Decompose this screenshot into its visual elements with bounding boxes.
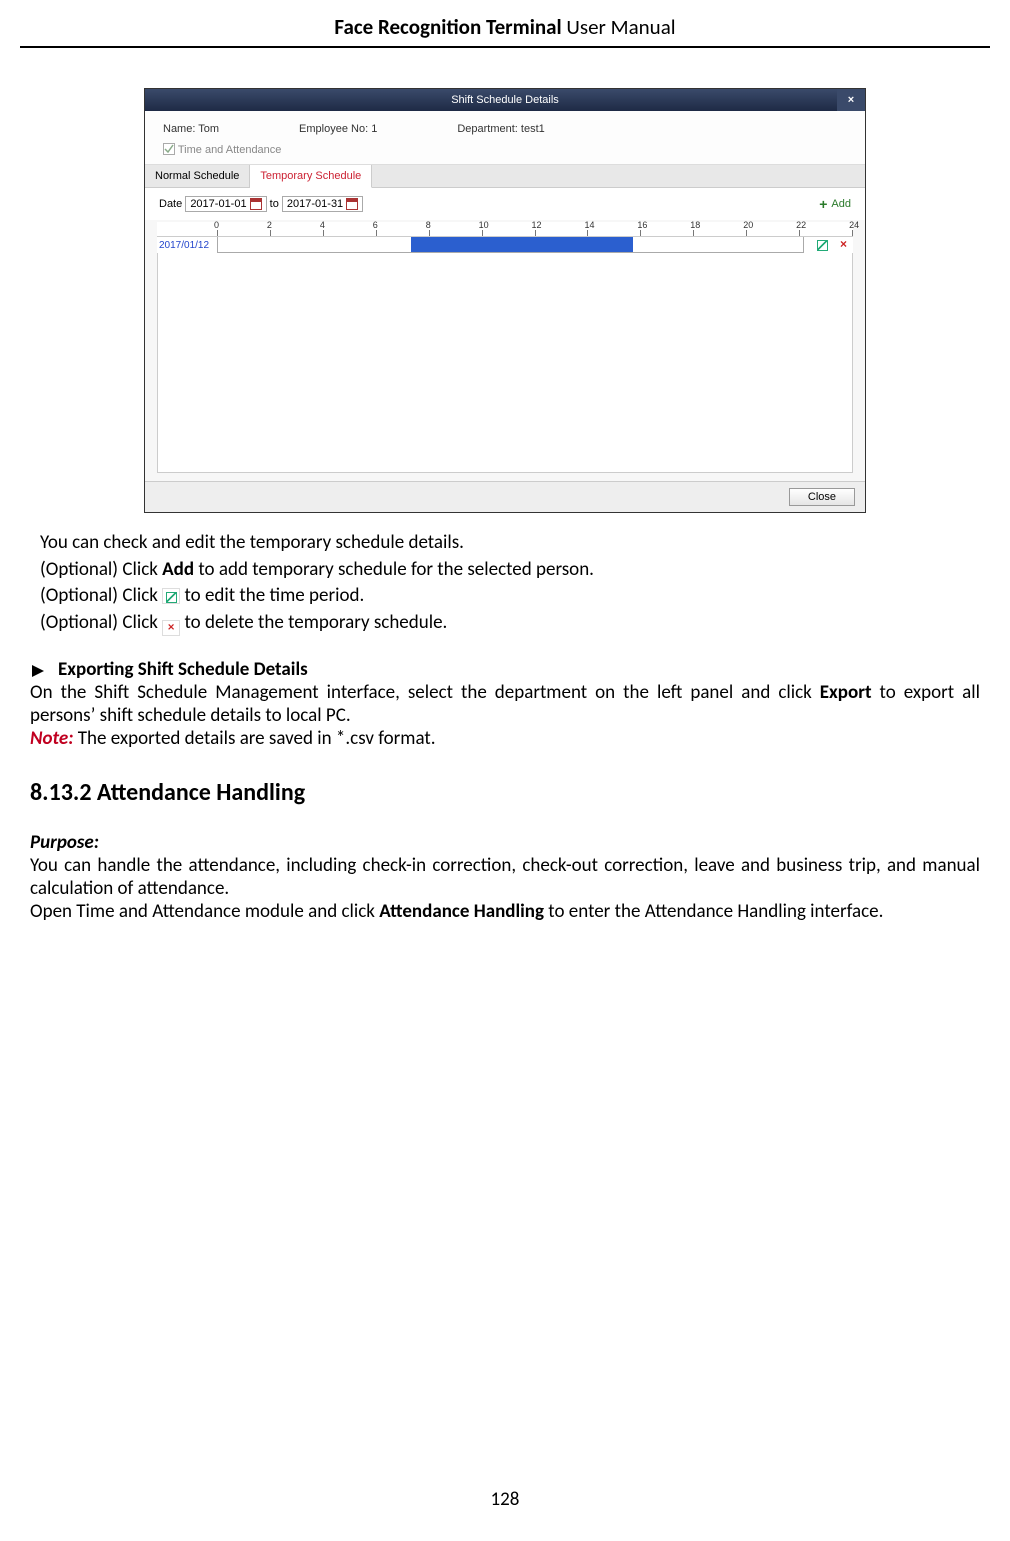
purpose-p1: You can handle the attendance, including… bbox=[30, 854, 980, 900]
section-heading: 8.13.2 Attendance Handling bbox=[30, 778, 980, 807]
export-heading: Exporting Shift Schedule Details bbox=[58, 658, 980, 681]
calendar-icon[interactable] bbox=[250, 198, 262, 210]
page-header: Face Recognition Terminal User Manual bbox=[20, 0, 990, 48]
add-button[interactable]: +Add bbox=[819, 196, 851, 212]
plus-icon: + bbox=[819, 196, 827, 212]
para-check-edit: You can check and edit the temporary sch… bbox=[40, 530, 974, 556]
delete-icon: × bbox=[162, 620, 180, 636]
close-icon[interactable]: × bbox=[837, 89, 865, 111]
schedule-row-date: 2017/01/12 bbox=[157, 240, 217, 251]
dialog-titlebar: Shift Schedule Details × bbox=[145, 89, 865, 111]
edit-icon[interactable] bbox=[814, 237, 832, 253]
date-to-input[interactable]: 2017-01-31 bbox=[282, 196, 363, 212]
tab-temporary-schedule[interactable]: Temporary Schedule bbox=[250, 165, 372, 188]
para-optional-edit: (Optional) Click to edit the time period… bbox=[40, 583, 974, 609]
delete-icon[interactable]: × bbox=[840, 237, 847, 253]
chevron-right-icon bbox=[30, 663, 48, 679]
para-optional-delete: (Optional) Click × to delete the tempora… bbox=[40, 610, 974, 636]
time-ruler: 0 2 4 6 8 10 12 14 16 18 20 22 24 bbox=[157, 222, 853, 236]
export-paragraph: On the Shift Schedule Management interfa… bbox=[30, 681, 980, 727]
calendar-icon[interactable] bbox=[346, 198, 358, 210]
shift-schedule-dialog: Shift Schedule Details × Name: Tom Emplo… bbox=[144, 88, 866, 513]
time-attendance-label: Time and Attendance bbox=[178, 144, 282, 156]
header-title-regular: User Manual bbox=[562, 14, 676, 40]
name-field: Name: Tom bbox=[163, 123, 219, 135]
header-title-bold: Face Recognition Terminal bbox=[334, 14, 561, 40]
schedule-row: 2017/01/12 × bbox=[157, 236, 853, 253]
page-number: 128 bbox=[0, 1488, 1010, 1511]
employee-no-field: Employee No: 1 bbox=[299, 123, 377, 135]
time-attendance-checkbox[interactable]: Time and Attendance bbox=[163, 143, 847, 156]
edit-icon bbox=[162, 588, 180, 604]
tab-normal-schedule[interactable]: Normal Schedule bbox=[145, 165, 250, 187]
purpose-label: Purpose: bbox=[30, 831, 980, 854]
date-range: Date 2017-01-01 to 2017-01-31 bbox=[159, 196, 363, 212]
schedule-bar[interactable] bbox=[217, 237, 804, 253]
export-note: Note: The exported details are saved in … bbox=[30, 727, 980, 750]
date-from-input[interactable]: 2017-01-01 bbox=[185, 196, 266, 212]
department-field: Department: test1 bbox=[457, 123, 544, 135]
purpose-p2: Open Time and Attendance module and clic… bbox=[30, 900, 980, 923]
para-optional-add: (Optional) Click Add to add temporary sc… bbox=[40, 557, 974, 583]
dialog-title: Shift Schedule Details bbox=[451, 94, 559, 106]
schedule-empty-area bbox=[157, 253, 853, 473]
close-button[interactable]: Close bbox=[789, 488, 855, 506]
